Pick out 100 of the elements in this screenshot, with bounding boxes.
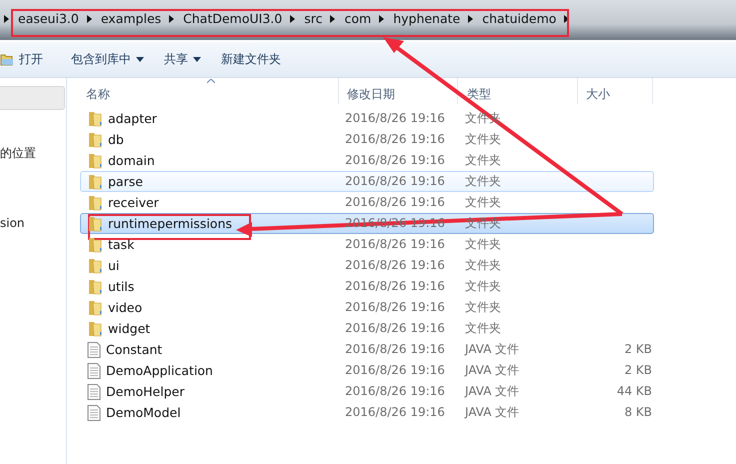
modified-date: 2016/8/26 19:16 [345,110,445,127]
document-icon [87,384,101,400]
file-type: 文件夹 [465,278,501,295]
file-type: 文件夹 [465,131,501,148]
file-row[interactable]: task 2016/8/26 19:16 文件夹 [80,234,654,255]
file-size: 44 KB [616,383,652,400]
file-name: receiver [108,194,159,211]
folder-icon [87,258,103,274]
breadcrumb-item[interactable]: examples [100,10,162,28]
caret-icon [193,57,201,62]
file-size: 8 KB [623,404,652,421]
sidebar-item[interactable]: 的位置 [0,145,36,161]
file-name: runtimepermissions [108,215,232,232]
file-type: 文件夹 [465,320,501,337]
modified-date: 2016/8/26 19:16 [345,383,445,400]
folder-icon [87,132,103,148]
folder-icon [0,53,14,66]
file-type: 文件夹 [465,299,501,316]
modified-date: 2016/8/26 19:16 [345,341,445,358]
modified-date: 2016/8/26 19:16 [345,362,445,379]
file-type: 文件夹 [465,194,501,211]
file-name: DemoHelper [106,383,184,400]
toolbar-button[interactable]: 共享 [162,47,213,72]
column-header[interactable]: 名称 [83,78,339,104]
modified-date: 2016/8/26 19:16 [345,236,445,253]
breadcrumb-item[interactable]: com [344,10,372,28]
column-header[interactable]: 类型 [464,78,578,104]
chevron-icon [330,15,336,23]
column-header[interactable]: 修改日期 [344,78,458,104]
file-size: 2 KB [623,362,652,379]
column-header[interactable]: 大小 [583,78,653,104]
sidebar-item[interactable]: sion [0,215,25,231]
file-type: JAVA 文件 [465,404,520,421]
file-row[interactable]: DemoApplication 2016/8/26 19:16 JAVA 文件 2 KB [80,360,654,381]
file-name: video [108,299,142,316]
modified-date: 2016/8/26 19:16 [345,320,445,337]
file-type: 文件夹 [465,173,501,190]
breadcrumb-item[interactable]: chatuidemo [482,10,556,28]
file-type: 文件夹 [465,152,501,169]
chevron-icon [4,15,10,23]
breadcrumb-item[interactable]: hyphenate [393,10,460,28]
file-row[interactable]: DemoModel 2016/8/26 19:16 JAVA 文件 8 KB [80,402,654,423]
folder-icon [87,236,103,252]
folder-icon [87,320,103,336]
modified-date: 2016/8/26 19:16 [345,299,445,316]
document-icon [87,342,101,358]
folder-icon [87,194,103,210]
toolbar-button[interactable]: 打开 [0,47,55,72]
file-type: JAVA 文件 [465,341,520,358]
file-row[interactable]: parse 2016/8/26 19:16 文件夹 [80,171,654,192]
file-type: 文件夹 [465,236,501,253]
chevron-icon [169,15,176,23]
file-name: widget [108,320,150,337]
modified-date: 2016/8/26 19:16 [345,173,445,190]
file-type: JAVA 文件 [465,362,520,379]
document-icon [87,362,101,378]
file-row[interactable]: DemoHelper 2016/8/26 19:16 JAVA 文件 44 KB [80,381,654,402]
file-row[interactable]: domain 2016/8/26 19:16 文件夹 [80,150,654,171]
file-size: 2 KB [623,341,652,358]
address-bar[interactable]: easeui3.0 examples ChatDemoUI3.0 src com hyphenate chatuidemo [0,0,736,40]
file-name: Constant [106,341,162,358]
chevron-icon [468,15,474,23]
chevron-icon [290,15,296,23]
file-name: task [108,236,134,253]
folder-icon [87,110,103,126]
modified-date: 2016/8/26 19:16 [345,257,445,274]
file-row[interactable]: ui 2016/8/26 19:16 文件夹 [80,255,654,276]
file-name: utils [108,278,134,295]
file-name: ui [108,257,120,274]
chevron-icon [86,15,93,23]
file-row[interactable]: video 2016/8/26 19:16 文件夹 [80,297,654,318]
breadcrumb-item[interactable]: src [304,10,322,28]
modified-date: 2016/8/26 19:16 [345,194,445,211]
breadcrumb-item[interactable]: ChatDemoUI3.0 [183,10,282,28]
file-row[interactable]: Constant 2016/8/26 19:16 JAVA 文件 2 KB [80,339,654,360]
folder-icon [87,216,103,232]
chevron-icon [379,15,386,23]
sidebar-item-highlight [0,86,65,110]
file-type: 文件夹 [465,257,501,274]
file-name: parse [108,173,143,190]
toolbar-button[interactable]: 包含到库中 [69,47,156,72]
file-row[interactable]: utils 2016/8/26 19:16 文件夹 [80,276,654,297]
file-type: JAVA 文件 [465,383,520,400]
file-name: db [108,131,124,148]
folder-icon [87,278,103,294]
document-icon [87,404,101,420]
modified-date: 2016/8/26 19:16 [345,152,445,169]
file-row[interactable]: widget 2016/8/26 19:16 文件夹 [80,318,654,339]
toolbar-button[interactable]: 新建文件夹 [219,47,293,72]
folder-icon [87,174,103,190]
modified-date: 2016/8/26 19:16 [345,404,445,421]
file-name: DemoModel [106,404,181,421]
modified-date: 2016/8/26 19:16 [345,278,445,295]
folder-icon [87,152,103,168]
modified-date: 2016/8/26 19:16 [345,131,445,148]
file-name: DemoApplication [106,362,213,379]
file-row[interactable]: receiver 2016/8/26 19:16 文件夹 [80,192,654,213]
file-row[interactable]: db 2016/8/26 19:16 文件夹 [80,129,654,150]
breadcrumb-item[interactable]: easeui3.0 [18,10,79,28]
folder-icon [87,300,103,316]
